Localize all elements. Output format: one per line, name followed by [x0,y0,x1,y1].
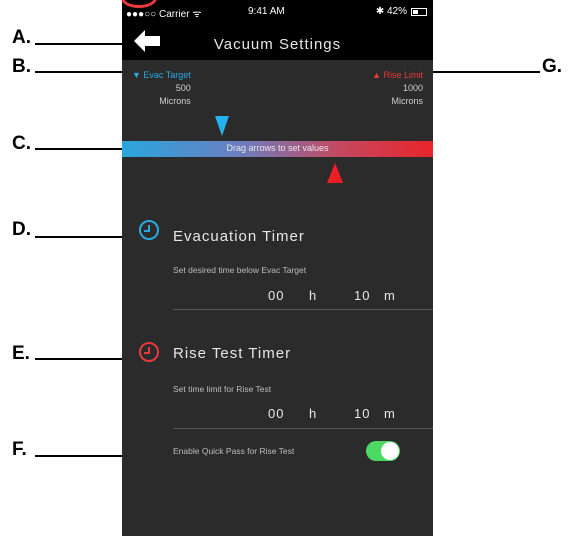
rise-test-hours-unit: h [309,406,318,421]
callout-label-d: D. [12,219,31,240]
nav-bar: Vacuum Settings [122,22,433,60]
evacuation-timer-title: Evacuation Timer [173,228,305,245]
rise-limit-unit: Microns [391,96,423,106]
carrier-signal: ●●●○○ Carrier ᯤ [126,9,202,20]
quick-pass-label: Enable Quick Pass for Rise Test [173,446,295,456]
quick-pass-toggle[interactable] [366,441,400,461]
evac-target-readout: ▼ Evac Target 500 Microns [132,69,191,108]
slider-hint: Drag arrows to set values [226,143,329,153]
page-title: Vacuum Settings [213,36,342,53]
leader-line-g [432,71,540,73]
vacuum-range-slider[interactable]: Drag arrows to set values [122,141,433,157]
rise-limit-slider-handle[interactable] [327,163,343,183]
rise-test-timer-title: Rise Test Timer [173,345,292,362]
evac-target-unit: Microns [159,96,191,106]
callout-label-c: C. [12,133,31,154]
callout-label-g: G. [542,56,563,77]
evacuation-timer-icon [139,220,159,240]
evacuation-minutes-value[interactable]: 10 [354,288,370,303]
phone-screen: ●●●○○ Carrier ᯤ 9:41 AM ✱ 42% Vacuum Set… [122,0,433,536]
leader-line-c [35,148,127,150]
leader-line-b [35,71,127,73]
callout-label-b: B. [12,56,31,77]
battery-icon [411,8,427,16]
callout-label-a: A. [12,27,31,48]
status-time: 9:41 AM [248,6,285,17]
rise-limit-label: ▲ Rise Limit [372,70,423,80]
callout-label-f: F. [12,439,27,460]
evacuation-minutes-unit: m [384,288,396,303]
rise-test-minutes-value[interactable]: 10 [354,406,370,421]
battery-level: ✱ 42% [375,6,407,17]
rise-test-hours-value[interactable]: 00 [268,406,284,421]
rise-limit-readout: ▲ Rise Limit 1000 Microns [372,69,423,108]
rise-test-timer-icon [139,342,159,362]
leader-line-a [35,43,127,45]
toggle-knob [381,442,399,460]
evacuation-timer-divider [173,309,433,310]
rise-test-timer-divider [173,428,433,429]
rise-test-timer-description: Set time limit for Rise Test [173,384,272,394]
evac-target-label: ▼ Evac Target [132,70,191,80]
rise-limit-value: 1000 [402,83,423,93]
callout-label-e: E. [12,343,30,364]
evacuation-hours-value[interactable]: 00 [268,288,284,303]
evac-target-value: 500 [175,83,191,93]
status-bar: ●●●○○ Carrier ᯤ 9:41 AM ✱ 42% [122,0,433,22]
evacuation-hours-unit: h [309,288,318,303]
evac-target-slider-handle[interactable] [215,116,229,136]
rise-test-minutes-unit: m [384,406,396,421]
evacuation-timer-description: Set desired time below Evac Target [173,265,307,275]
